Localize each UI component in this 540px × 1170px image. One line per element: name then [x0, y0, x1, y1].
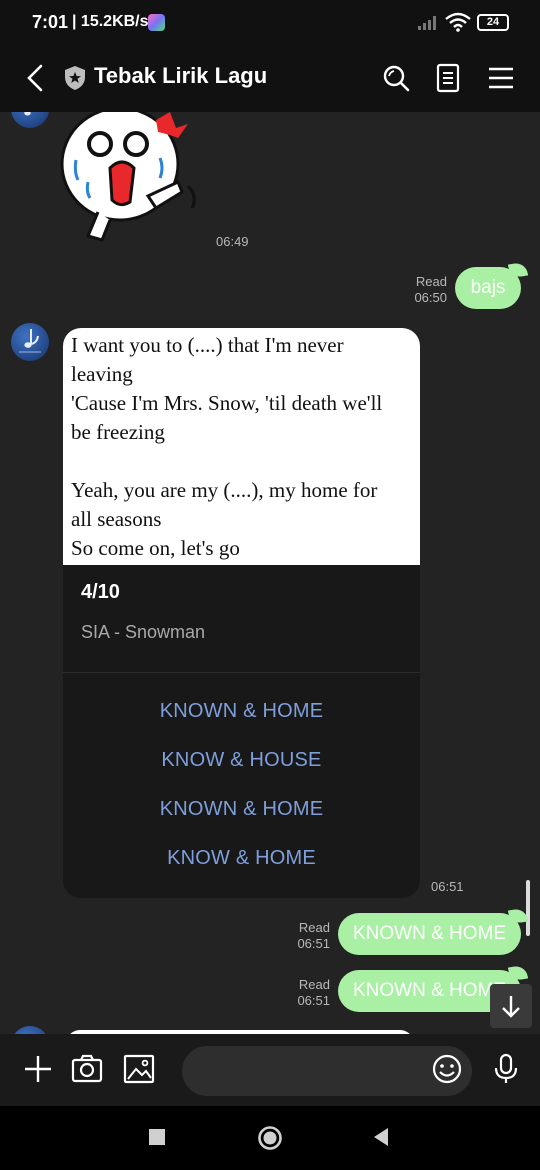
back-icon[interactable]	[18, 60, 54, 96]
crying-sticker[interactable]	[58, 112, 208, 252]
message-time: 06:49	[216, 234, 249, 249]
mic-icon[interactable]	[489, 1052, 523, 1086]
image-icon[interactable]	[122, 1052, 156, 1086]
lyrics-line	[71, 447, 412, 476]
camera-icon[interactable]	[70, 1052, 104, 1086]
message-input[interactable]	[182, 1046, 472, 1096]
system-nav-bar	[0, 1106, 540, 1170]
square-nav-icon[interactable]	[148, 1128, 166, 1146]
battery-indicator: 24	[477, 14, 509, 31]
signal-icon	[418, 16, 436, 30]
read-receipt: Read 06:51	[297, 920, 330, 951]
notes-icon[interactable]	[430, 60, 466, 96]
outgoing-message-bubble[interactable]: KNOWN & HOME	[338, 907, 529, 955]
chat-area[interactable]: 06:49 Read 06:50 bajs I want you to (...…	[0, 112, 540, 1034]
lyrics-line: 'Cause I'm Mrs. Snow, 'til death we'll	[71, 391, 383, 415]
answer-option-4[interactable]: KNOW & HOME	[63, 834, 420, 883]
read-receipt: Read 06:50	[414, 274, 447, 305]
bot-avatar[interactable]	[11, 323, 49, 361]
answer-option-3[interactable]: KNOWN & HOME	[63, 785, 420, 834]
status-network-speed: | 15.2KB/s	[72, 13, 149, 30]
read-receipt: Read 06:51	[297, 977, 330, 1008]
lyrics-line: Yeah, you are my (....), my home for	[71, 478, 378, 502]
wifi-icon	[445, 12, 471, 32]
lyrics-line: all seasons	[71, 507, 162, 531]
message-input-bar	[0, 1034, 540, 1106]
lyrics-line: be freezing	[71, 420, 165, 444]
music-note-icon	[19, 329, 41, 353]
message-text: KNOWN & HOME	[352, 923, 507, 944]
triangle-nav-icon[interactable]	[372, 1127, 390, 1147]
status-bar: 7:01 | 15.2KB/s 24	[0, 0, 540, 46]
message-text: KNOWN & HOME	[352, 980, 507, 1001]
answer-option-1[interactable]: KNOWN & HOME	[63, 687, 420, 736]
message-text: bajs	[470, 277, 506, 298]
chat-title: Tebak Lirik Lagu	[94, 63, 268, 88]
outgoing-message-bubble[interactable]: bajs	[455, 261, 529, 309]
scroll-to-bottom-button[interactable]	[490, 984, 532, 1028]
lyrics-line: So come on, let's go	[71, 536, 240, 560]
chat-header: Tebak Lirik Lagu	[0, 46, 540, 112]
bot-avatar[interactable]	[11, 112, 49, 128]
song-title: SIA - Snowman	[81, 622, 206, 642]
quiz-card: I want you to (....) that I'm never leav…	[63, 328, 420, 898]
quiz-meta: 4/10 SIA - Snowman	[63, 565, 420, 673]
search-icon[interactable]	[378, 60, 414, 96]
app-root: 7:01 | 15.2KB/s 24 Tebak Lirik Lagu 06:4…	[0, 0, 540, 1170]
quiz-options: KNOWN & HOME KNOW & HOUSE KNOWN & HOME K…	[63, 673, 420, 883]
message-time: 06:51	[431, 879, 464, 894]
status-time: 7:01	[32, 12, 69, 32]
circle-nav-icon[interactable]	[257, 1125, 283, 1151]
music-note-icon	[24, 112, 31, 116]
notification-app-icon	[148, 14, 165, 31]
menu-icon[interactable]	[483, 60, 519, 96]
arrow-down-icon	[502, 996, 520, 1018]
shield-icon	[65, 66, 85, 90]
lyrics-line: leaving	[71, 362, 133, 386]
emoji-icon[interactable]	[430, 1052, 464, 1086]
lyrics-line: I want you to (....) that I'm never	[71, 333, 344, 357]
scrollbar[interactable]	[526, 880, 530, 936]
plus-icon[interactable]	[21, 1052, 55, 1086]
bot-avatar[interactable]	[11, 1026, 49, 1034]
quiz-score: 4/10	[81, 581, 120, 603]
lyrics-block: I want you to (....) that I'm never leav…	[63, 328, 420, 565]
answer-option-2[interactable]: KNOW & HOUSE	[63, 736, 420, 785]
